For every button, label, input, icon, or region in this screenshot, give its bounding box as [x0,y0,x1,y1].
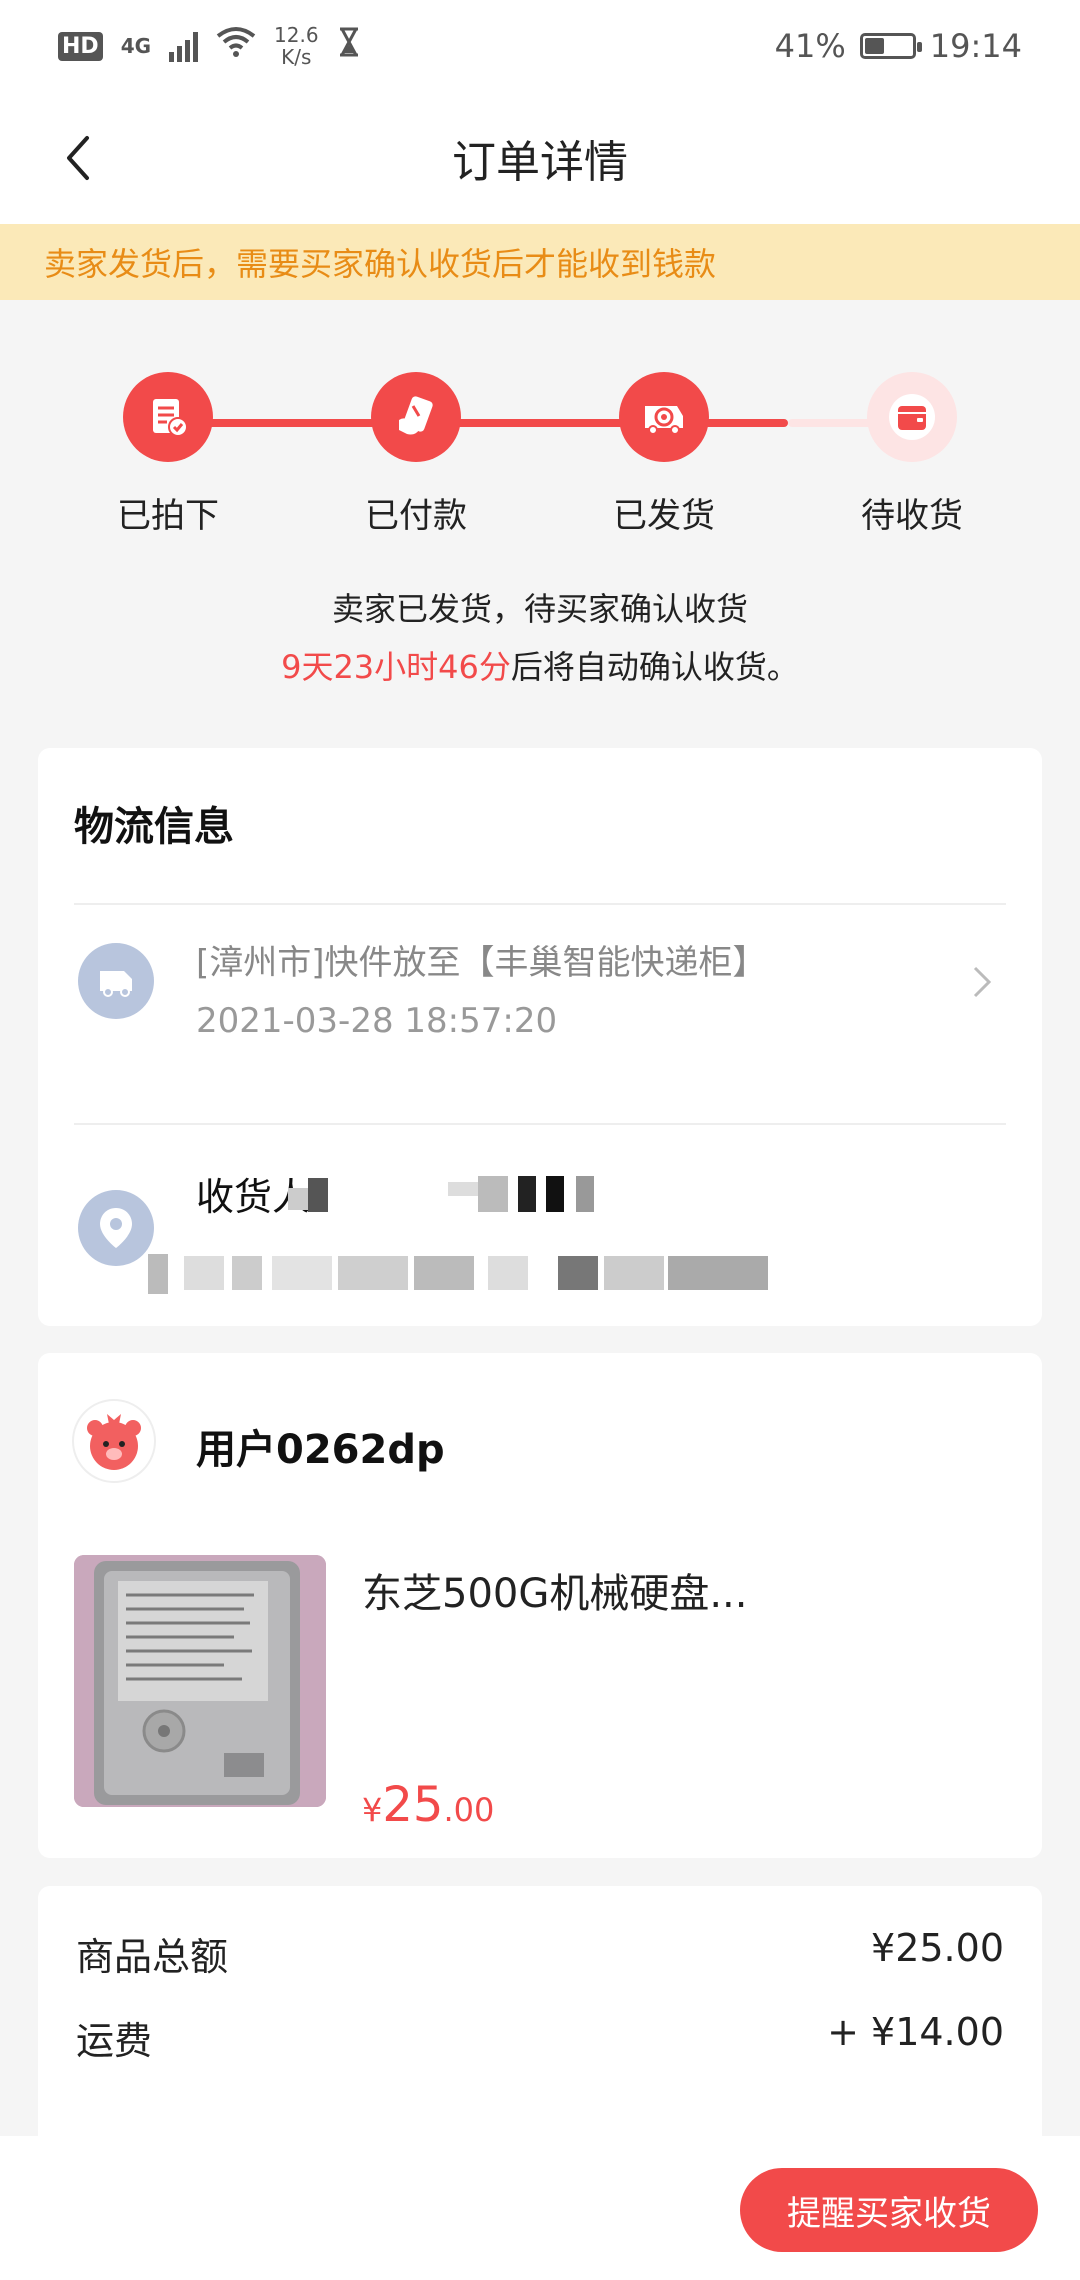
avatar[interactable] [72,1399,156,1483]
logistics-latest-time: 2021-03-28 18:57:20 [196,1001,558,1041]
battery-icon [859,33,922,59]
price-decimal: .00 [443,1791,495,1829]
product-price: ¥25.00 [362,1777,494,1833]
truck-icon [78,943,154,1019]
hd-indicator: HD [58,31,103,61]
status-left: HD 4G 12.6 K/s [58,24,361,68]
logistics-latest-text: [漳州市]快件放至【丰巢智能快递柜】 [196,943,767,983]
step-to-receive: 待收货 [812,372,1012,537]
network-speed: 12.6 K/s [274,24,319,68]
step-label: 已付款 [365,496,467,536]
step-label: 待收货 [861,496,963,536]
summary-row-goods-total: 商品总额 ¥25.00 [76,1926,1004,1981]
logistics-latest-row[interactable]: [漳州市]快件放至【丰巢智能快递柜】 2021-03-28 18:57:20 [38,905,1042,1057]
chevron-left-icon [67,136,89,180]
signal-icon [169,30,199,62]
bear-avatar-icon [87,1414,141,1470]
payment-icon [399,396,433,435]
location-pin-icon [78,1190,154,1266]
order-status-message: 卖家已发货，待买家确认收货 9天23小时46分后将自动确认收货。 [0,580,1080,696]
price-symbol: ¥ [362,1791,383,1829]
logistics-title: 物流信息 [74,804,234,850]
step-paid: 已付款 [316,372,516,537]
summary-value: ¥25.00 [871,1926,1004,1970]
product-title[interactable]: 东芝500G机械硬盘... [362,1561,748,1619]
order-progress: 已拍下 已付款 已发货 待收货 卖家已发货，待买家确认收货 9天23小时46分后… [0,300,1080,720]
receiver-address-redacted [148,1248,928,1300]
status-line-2: 9天23小时46分后将自动确认收货。 [0,638,1080,696]
remind-buyer-button[interactable]: 提醒买家收货 [740,2168,1038,2252]
auto-confirm-countdown: 9天23小时46分 [281,648,511,686]
status-right: 41% 19:14 [775,27,1022,65]
wifi-icon [216,26,256,66]
summary-row-shipping: 运费 + ¥14.00 [76,2010,1004,2065]
step-circle [619,372,709,462]
back-button[interactable] [48,126,108,190]
order-list-icon [153,399,188,437]
hourglass-icon [337,27,361,65]
product-image[interactable] [74,1555,326,1807]
summary-value: + ¥14.00 [827,2010,1004,2054]
price-integer: 25 [382,1777,444,1833]
nav-bar: 订单详情 [0,92,1080,224]
receiver-name-redacted [288,1174,594,1218]
step-label: 已发货 [613,496,715,536]
status-line-1: 卖家已发货，待买家确认收货 [331,590,748,628]
battery-percent: 41% [774,27,846,65]
network-type: 4G [120,34,152,58]
bottom-action-bar: 提醒买家收货 [0,2136,1080,2280]
logistics-card: 物流信息 [漳州市]快件放至【丰巢智能快递柜】 2021-03-28 18:57… [38,748,1042,1326]
step-circle [867,372,957,462]
step-circle [371,372,461,462]
summary-label: 商品总额 [76,1935,229,1979]
step-ordered: 已拍下 [68,372,268,537]
seller-card: 用户0262dp 东芝500G机械硬盘... ¥25.00 [38,1353,1042,1858]
notice-banner: 卖家发货后，需要买家确认收货后才能收到钱款 [0,224,1080,300]
step-label: 已拍下 [117,496,219,536]
progress-steps: 已拍下 已付款 已发货 待收货 [0,372,1080,536]
notice-text: 卖家发货后，需要买家确认收货后才能收到钱款 [44,245,717,283]
divider [74,1123,1006,1125]
page-title: 订单详情 [452,137,628,188]
status-line-2-suffix: 后将自动确认收货。 [510,648,799,686]
speed-unit: K/s [281,45,312,69]
speed-value: 12.6 [274,23,319,47]
status-bar: HD 4G 12.6 K/s 41% 19:14 [0,0,1080,92]
step-shipped: 已发货 [564,372,764,537]
summary-label: 运费 [76,2019,153,2063]
step-circle [123,372,213,462]
wallet-icon [889,394,935,440]
seller-name[interactable]: 用户0262dp [196,1417,445,1475]
shipping-icon [645,406,683,435]
chevron-right-icon [972,965,992,1003]
clock: 19:14 [929,27,1022,65]
battery-fill [864,38,884,54]
